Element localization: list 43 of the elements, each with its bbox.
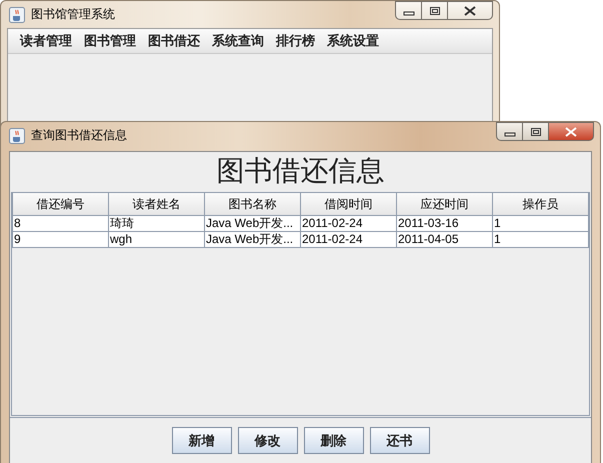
- column-header[interactable]: 操作员: [492, 193, 588, 216]
- action-button[interactable]: 还书: [370, 427, 430, 454]
- maximize-button[interactable]: [522, 122, 549, 141]
- menu-item[interactable]: 排行榜: [270, 32, 321, 50]
- minimize-button[interactable]: [395, 1, 422, 20]
- table-cell: 8: [12, 216, 108, 232]
- table-cell: wgh: [108, 232, 204, 248]
- table-cell: 1: [492, 232, 588, 248]
- maximize-button[interactable]: [421, 1, 448, 20]
- menu-item[interactable]: 系统查询: [206, 32, 270, 50]
- action-button[interactable]: 删除: [304, 427, 364, 454]
- close-button[interactable]: [447, 1, 493, 20]
- window-title: 图书馆管理系统: [31, 6, 115, 23]
- column-header[interactable]: 应还时间: [396, 193, 492, 216]
- window-title: 查询图书借还信息: [31, 127, 127, 144]
- table-cell: Java Web开发...: [204, 216, 300, 232]
- column-header[interactable]: 图书名称: [204, 193, 300, 216]
- column-header[interactable]: 借还编号: [12, 193, 108, 216]
- minimize-button[interactable]: [496, 122, 523, 141]
- maximize-icon: [428, 6, 440, 16]
- coffee-cup-icon: [9, 6, 25, 22]
- table-cell: 9: [12, 232, 108, 248]
- menu-item[interactable]: 图书管理: [78, 32, 142, 50]
- menu-item[interactable]: 读者管理: [14, 32, 78, 50]
- table-cell: 2011-03-16: [396, 216, 492, 232]
- heading: 图书借还信息: [216, 155, 386, 189]
- table-cell: 2011-02-24: [300, 216, 396, 232]
- column-header[interactable]: 借阅时间: [300, 193, 396, 216]
- table-cell: 2011-04-05: [396, 232, 492, 248]
- menu-item[interactable]: 系统设置: [321, 32, 385, 50]
- table-cell: 琦琦: [108, 216, 204, 232]
- table-cell: 1: [492, 216, 588, 232]
- column-header[interactable]: 读者姓名: [108, 193, 204, 216]
- table-cell: 2011-02-24: [300, 232, 396, 248]
- menu-item[interactable]: 图书借还: [142, 32, 206, 50]
- action-button[interactable]: 新增: [172, 427, 232, 454]
- table-cell: Java Web开发...: [204, 232, 300, 248]
- coffee-cup-icon: [9, 128, 25, 144]
- close-icon: [464, 6, 476, 16]
- action-button[interactable]: 修改: [238, 427, 298, 454]
- maximize-icon: [530, 126, 542, 136]
- close-icon: [565, 126, 577, 136]
- close-button[interactable]: [548, 122, 594, 141]
